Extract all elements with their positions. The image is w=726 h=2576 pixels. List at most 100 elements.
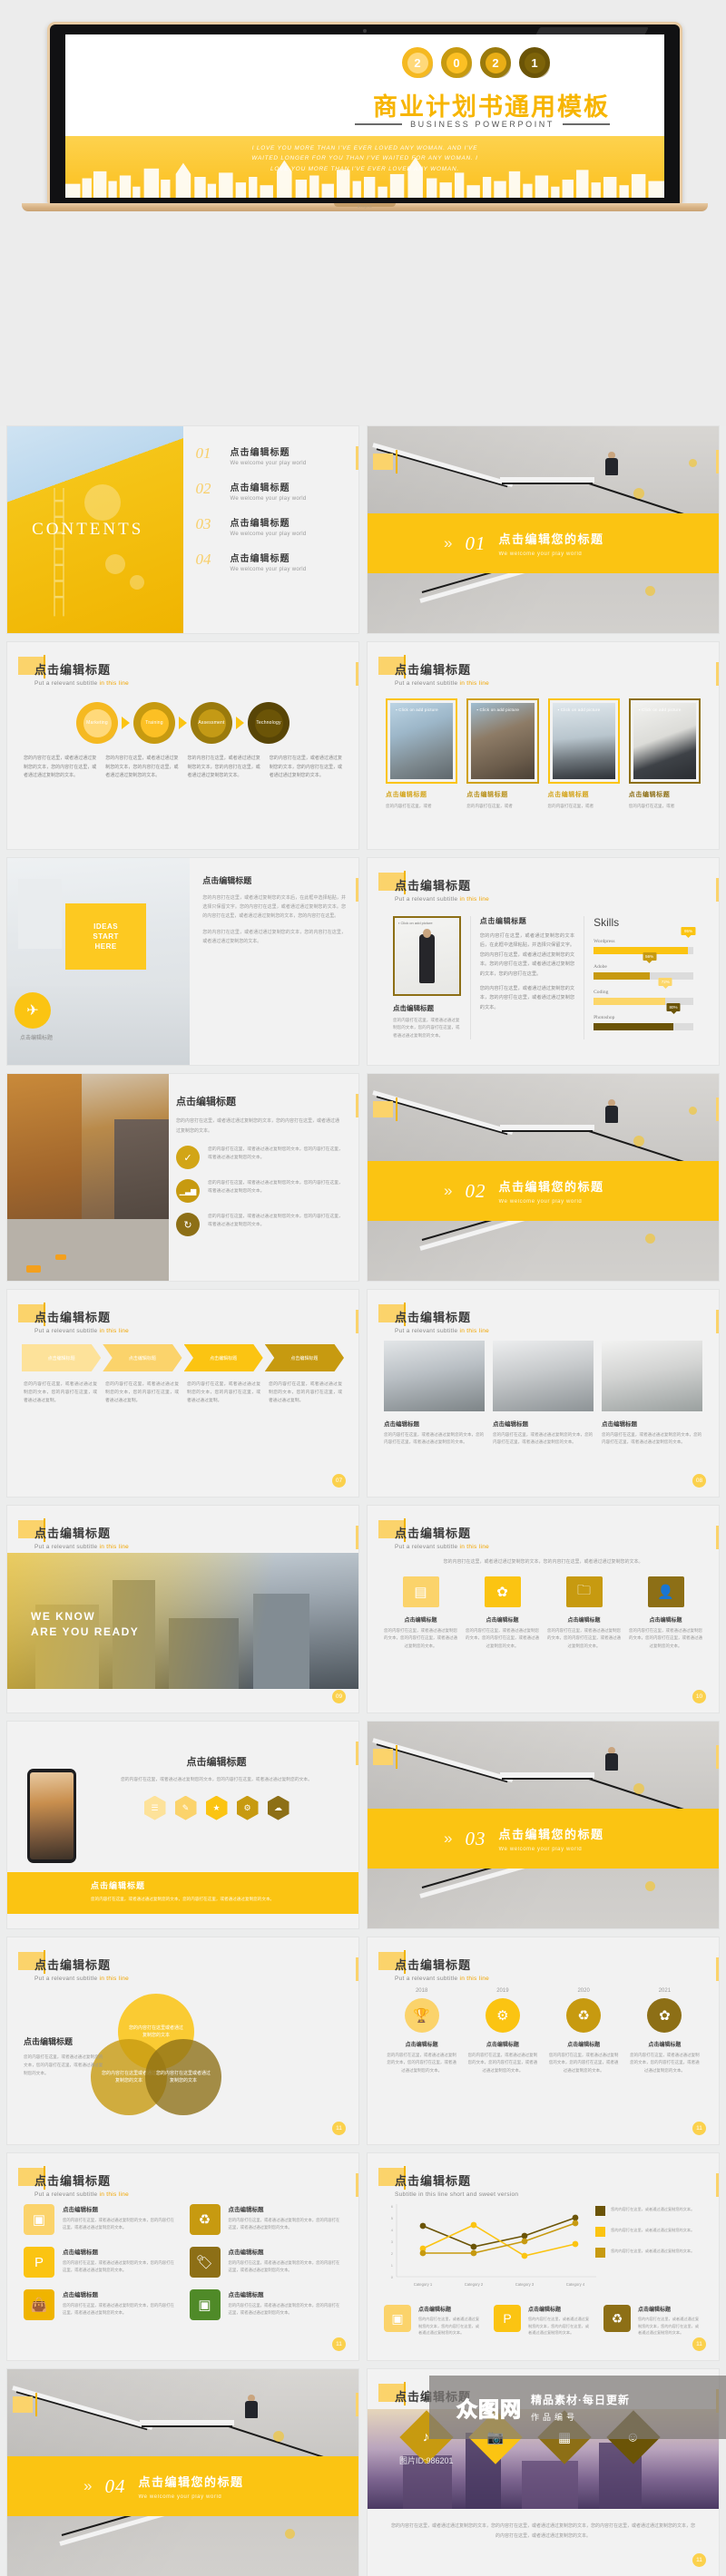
section-band: » 02 点击编辑您的标题 We welcome your play world: [368, 1161, 719, 1221]
edge-accent-bars: [356, 878, 358, 902]
slide-medals[interactable]: 点击编辑标题 Put a relevant subtitle in this l…: [368, 1937, 719, 2144]
we-know-text: WE KNOW ARE YOU READY: [31, 1610, 140, 1639]
list-item[interactable]: 01 点击编辑标题 We welcome your play world: [196, 444, 347, 466]
list-item[interactable]: 02 点击编辑标题 We welcome your play world: [196, 480, 347, 502]
image-card[interactable]: ▪ Click on add picture 点击编辑标题 您的内容打在这里，或…: [386, 698, 458, 810]
icon-item[interactable]: ✿ 点击编辑标题 您的内容打在这里，或者通过通过复制您的文本，您的内容打在这里，…: [466, 1576, 539, 1650]
bullet-item: ✓ 您的内容打在这里，或者通过通过复制您的文本，您的内容打在这里，或者通过通过复…: [176, 1146, 344, 1169]
page-title: 点击编辑标题: [395, 663, 472, 677]
process-circle[interactable]: Assessment: [191, 702, 232, 744]
list-item[interactable]: P 点击编辑标题 您的内容打在这里，或者通过通过复制您的文本，您的内容打在这里，…: [24, 2247, 177, 2278]
panel-body: 您的内容打在这里，或者通过通过复制您的文本，您的内容打在这里，或者通过通过复制您…: [120, 1778, 313, 1782]
slide-four-icons[interactable]: 点击编辑标题 Put a relevant subtitle in this l…: [368, 1506, 719, 1712]
svg-text:3: 3: [391, 2239, 394, 2244]
slide-skills[interactable]: 点击编辑标题 Put a relevant subtitle in this l…: [368, 858, 719, 1065]
slide-header: 点击编辑标题 Put a relevant subtitle in this l…: [18, 2166, 129, 2198]
chevron-step[interactable]: 点击编辑标题: [183, 1344, 263, 1371]
cloud-icon[interactable]: ☁: [267, 1795, 289, 1820]
chevron-step[interactable]: 点击编辑标题: [264, 1344, 344, 1371]
ideas-line2: START: [93, 932, 119, 942]
slide-six-icons[interactable]: 点击编辑标题 Put a relevant subtitle in this l…: [7, 2153, 358, 2360]
process-circle[interactable]: Training: [133, 702, 175, 744]
item-title: 点击编辑标题: [418, 2308, 452, 2314]
slide-section-02[interactable]: » 02 点击编辑您的标题 We welcome your play world: [368, 1074, 719, 1281]
process-text: 您的内容打在这里，或者通过通过复制您的文本，您的内容打在这里，或者通过通过复制您…: [24, 756, 97, 778]
image-card[interactable]: ▪ Click on add picture 点击编辑标题 您的内容打在这里，或…: [466, 698, 539, 810]
section-band: » 04 点击编辑您的标题 We welcome your play world: [7, 2456, 358, 2516]
slide-ideas[interactable]: IDEAS START HERE ✈ 点击编辑标题 点击编辑标题 您的内容打在这里，…: [7, 858, 358, 1065]
photo-item[interactable]: 点击编辑标题 您的内容打在这里，或者通过通过复制您的文本，您的内容打在这里，或者…: [493, 1341, 594, 1447]
slide-header: 点击编辑标题 Put a relevant subtitle in this l…: [18, 655, 129, 687]
slide-section-03[interactable]: » 03 点击编辑您的标题 We welcome your play world: [368, 1722, 719, 1928]
list-item[interactable]: 👜 点击编辑标题 您的内容打在这里，或者通过通过复制您的文本，您的内容打在这里，…: [24, 2289, 177, 2320]
slide-phone[interactable]: 点击编辑标题 您的内容打在这里，或者通过通过复制您的文本，您的内容打在这里，或者…: [7, 1722, 358, 1928]
medal-item[interactable]: 2020 ♻ 点击编辑标题 您的内容打在这里，或者通过通过复制您的文本，您的内容…: [548, 1988, 620, 2074]
process-circle[interactable]: Technology: [248, 702, 289, 744]
chevron-step[interactable]: 点击编辑标题: [22, 1344, 102, 1371]
slide-section-04[interactable]: » 04 点击编辑您的标题 We welcome your play world: [7, 2369, 358, 2576]
slide-header: 点击编辑标题 Put a relevant subtitle in this l…: [18, 1518, 129, 1550]
image-card[interactable]: ▪ Click on add picture 点击编辑标题 您的内容打在这里，或…: [547, 698, 620, 810]
svg-text:Category 4: Category 4: [566, 2282, 585, 2287]
page-title: 点击编辑标题: [395, 2174, 472, 2188]
page-subtitle: Put a relevant subtitle in this line: [34, 1976, 130, 1982]
icon-desc: 您的内容打在这里，或者通过通过复制您的文本，您的内容打在这里，或者通过通过复制您…: [547, 1628, 621, 1648]
toc-number: 04: [195, 551, 211, 568]
medal-item[interactable]: 2019 ⚙ 点击编辑标题 您的内容打在这里，或者通过通过复制您的文本，您的内容…: [466, 1988, 538, 2074]
slide-section-01[interactable]: » 01 点击编辑您的标题 We welcome your play world: [368, 426, 719, 633]
process-circle[interactable]: Marketing: [76, 702, 118, 744]
slide-city-bullets[interactable]: 点击编辑标题 您的内容打在这里，或者通过通过复制您的文本，您的内容打在这里，或者…: [7, 1074, 358, 1281]
bottom-item[interactable]: P 点击编辑标题 您的内容打在这里，或者通过通过复制您的文本，您的内容打在这里，…: [494, 2305, 593, 2337]
list-item[interactable]: ▣ 点击编辑标题 您的内容打在这里，或者通过通过复制您的文本，您的内容打在这里，…: [189, 2289, 343, 2320]
photo-title: 点击编辑标题: [384, 1421, 419, 1428]
medal-item[interactable]: 2021 ✿ 点击编辑标题 您的内容打在这里，或者通过通过复制您的文本，您的内容…: [629, 1988, 701, 2074]
section-title: 点击编辑您的标题: [498, 1828, 604, 1841]
card-title: 点击编辑标题: [547, 792, 590, 798]
svg-text:4: 4: [391, 2228, 394, 2232]
page-subtitle: Subtitle in this line short and sweet ve…: [395, 2191, 519, 2198]
icon-item[interactable]: 🗀 点击编辑标题 您的内容打在这里，或者通过通过复制您的文本，您的内容打在这里，…: [547, 1576, 621, 1650]
slide-we-know[interactable]: 点击编辑标题 Put a relevant subtitle in this l…: [7, 1506, 358, 1712]
slide-three-photos[interactable]: 点击编辑标题 Put a relevant subtitle in this l…: [368, 1290, 719, 1497]
list-item[interactable]: ♻ 点击编辑标题 您的内容打在这里，或者通过通过复制您的文本，您的内容打在这里，…: [189, 2204, 343, 2235]
gear-icon[interactable]: ⚙: [236, 1795, 259, 1820]
line-chart: 0 1 2 3 4 5 6 Category 1 Category 2 Cate…: [382, 2200, 600, 2291]
slide-line-chart[interactable]: 点击编辑标题 Subtitle in this line short and s…: [368, 2153, 719, 2360]
chevron-text: 您的内容打在这里，或者通过通过复制您的文本，您的内容打在这里，或者通过通过复制。: [187, 1382, 260, 1404]
slide-chevrons[interactable]: 点击编辑标题 Put a relevant subtitle in this l…: [7, 1290, 358, 1497]
page-number: 11: [692, 2337, 706, 2351]
city-skyline-photo: WE KNOW ARE YOU READY: [7, 1553, 358, 1689]
icon-title: 点击编辑标题: [649, 1618, 682, 1624]
chevron-step[interactable]: 点击编辑标题: [103, 1344, 182, 1371]
skills-heading: Skills: [594, 916, 620, 929]
medal-item[interactable]: 2018 🏆 点击编辑标题 您的内容打在这里，或者通过通过复制您的文本，您的内容…: [386, 1988, 457, 2074]
menu-icon[interactable]: ☰: [143, 1795, 166, 1820]
chevron-text: 您的内容打在这里，或者通过通过复制您的文本，您的内容打在这里，或者通过通过复制。: [269, 1382, 342, 1404]
list-item[interactable]: 04 点击编辑标题 We welcome your play world: [196, 551, 347, 572]
bottom-item[interactable]: ▣ 点击编辑标题 您的内容打在这里，或者通过通过复制您的文本，您的内容打在这里，…: [384, 2305, 483, 2337]
image-card[interactable]: ▪ Click on add picture 点击编辑标题 您的内容打在这里，或…: [628, 698, 701, 810]
list-item[interactable]: 03 点击编辑标题 We welcome your play world: [196, 515, 347, 537]
page-subtitle: Put a relevant subtitle in this line: [395, 1976, 490, 1982]
list-item[interactable]: 🏷 点击编辑标题 您的内容打在这里，或者通过通过复制您的文本，您的内容打在这里，…: [189, 2247, 343, 2278]
icon-item[interactable]: 👤 点击编辑标题 您的内容打在这里，或者通过通过复制您的文本，您的内容打在这里，…: [629, 1576, 702, 1650]
icon-desc: 您的内容打在这里，或者通过通过复制您的文本，您的内容打在这里，或者通过通过复制您…: [466, 1628, 539, 1648]
icon-item[interactable]: ▤ 点击编辑标题 您的内容打在这里，或者通过通过复制您的文本，您的内容打在这里，…: [384, 1576, 457, 1650]
slide-venn[interactable]: 点击编辑标题 Put a relevant subtitle in this l…: [7, 1937, 358, 2144]
medal-title: 点击编辑标题: [567, 2043, 601, 2048]
contents-list: 01 点击编辑标题 We welcome your play world 02 …: [183, 426, 359, 633]
medal-title: 点击编辑标题: [405, 2043, 438, 2048]
slide-contents[interactable]: CONTENTS 01 点击编辑标题 We welcome your play …: [7, 426, 358, 633]
photo-item[interactable]: 点击编辑标题 您的内容打在这里，或者通过通过复制您的文本，您的内容打在这里，或者…: [602, 1341, 702, 1447]
star-icon[interactable]: ★: [205, 1795, 228, 1820]
photo-item[interactable]: 点击编辑标题 您的内容打在这里，或者通过通过复制您的文本，您的内容打在这里，或者…: [384, 1341, 485, 1447]
slide-process[interactable]: 点击编辑标题 Put a relevant subtitle in this l…: [7, 642, 358, 849]
slide-image-cards[interactable]: 点击编辑标题 Put a relevant subtitle in this l…: [368, 642, 719, 849]
process-steps: Marketing Training Assessment Technology: [7, 702, 358, 744]
item-desc: 您的内容打在这里，或者通过通过复制您的文本，您的内容打在这里，或者通过通过复制您…: [63, 2260, 174, 2273]
list-item[interactable]: ▣ 点击编辑标题 您的内容打在这里，或者通过通过复制您的文本，您的内容打在这里，…: [24, 2204, 177, 2235]
venn-circle[interactable]: 您的内容打在这里或者通过复制您的文本: [145, 2039, 221, 2115]
bottom-item[interactable]: ♻ 点击编辑标题 您的内容打在这里，或者通过通过复制您的文本，您的内容打在这里，…: [603, 2305, 702, 2337]
edit-icon[interactable]: ✎: [174, 1795, 197, 1820]
legend-entry: 您的内容打在这里，或者通过通过复制您的文本。: [595, 2206, 708, 2216]
